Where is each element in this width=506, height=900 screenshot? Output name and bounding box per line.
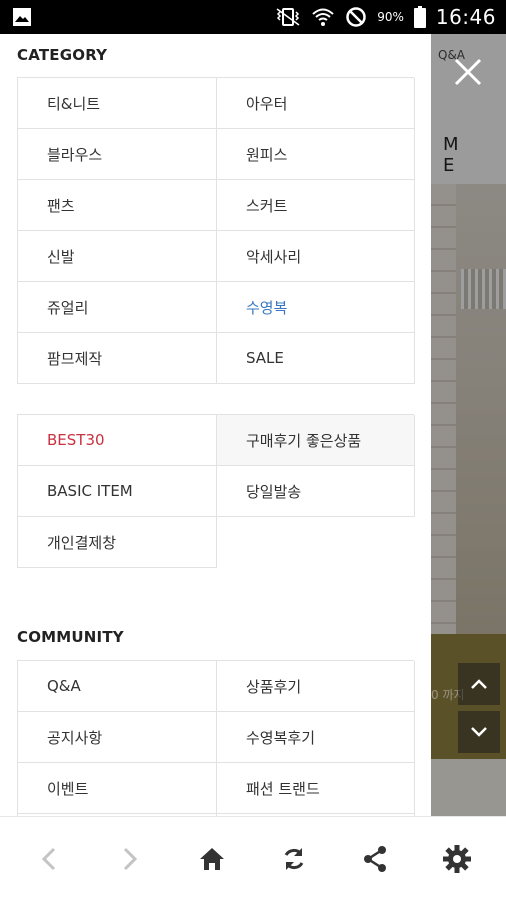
community-item-product-reviews[interactable]: 상품후기 (217, 661, 415, 712)
community-item-partial[interactable] (217, 814, 415, 816)
clock: 16:46 (435, 5, 496, 29)
community-item-fashion-trend[interactable]: 패션 트랜드 (217, 763, 415, 814)
category-item-tee-knit[interactable]: 티&니트 (18, 78, 217, 129)
home-button[interactable] (188, 835, 236, 883)
settings-button[interactable] (433, 835, 481, 883)
special-item-same-day-shipping[interactable]: 당일발송 (217, 466, 415, 517)
chevron-up-icon (471, 679, 487, 689)
forward-button[interactable] (106, 835, 154, 883)
category-item-sale[interactable]: SALE (217, 333, 415, 384)
back-icon (41, 847, 55, 870)
scroll-up-button[interactable] (458, 663, 500, 705)
background-page: Q&A M E 0 까지 (431, 34, 506, 816)
chevron-down-icon (471, 727, 487, 737)
battery-percent: 90% (377, 10, 404, 24)
close-icon (454, 58, 482, 86)
category-item-pants[interactable]: 팬츠 (18, 180, 217, 231)
refresh-icon (284, 847, 304, 870)
scroll-down-button[interactable] (458, 711, 500, 753)
special-item-personal-payment[interactable]: 개인결제창 (18, 517, 217, 568)
side-menu-drawer: CATEGORY 티&니트 아우터 블라우스 원피스 팬츠 스커트 신발 악세사… (0, 34, 431, 816)
close-menu-button[interactable] (451, 55, 485, 89)
do-not-disturb-icon (346, 7, 366, 27)
special-grid: BEST30 구매후기 좋은상품 BASIC ITEM 당일발송 개인결제창 (17, 414, 415, 568)
special-item-basic-item[interactable]: BASIC ITEM (18, 466, 217, 517)
special-item-good-reviews[interactable]: 구매후기 좋은상품 (217, 415, 415, 466)
forward-icon (124, 847, 138, 870)
community-item-partial[interactable] (18, 814, 217, 816)
image-notification-icon (13, 8, 31, 26)
community-item-qna[interactable]: Q&A (18, 661, 217, 712)
community-item-notices[interactable]: 공지사항 (18, 712, 217, 763)
share-button[interactable] (351, 835, 399, 883)
home-icon (200, 847, 225, 870)
share-icon (364, 845, 387, 872)
wifi-icon (312, 8, 334, 26)
special-item-best30[interactable]: BEST30 (18, 415, 217, 466)
refresh-button[interactable] (270, 835, 318, 883)
category-item-onepiece[interactable]: 원피스 (217, 129, 415, 180)
category-item-shoes[interactable]: 신발 (18, 231, 217, 282)
community-item-events[interactable]: 이벤트 (18, 763, 217, 814)
category-item-accessories[interactable]: 악세사리 (217, 231, 415, 282)
category-item-blouse[interactable]: 블라우스 (18, 129, 217, 180)
status-bar: 90% 16:46 (0, 0, 506, 34)
category-item-outer[interactable]: 아우터 (217, 78, 415, 129)
vibrate-icon (276, 8, 300, 26)
community-grid: Q&A 상품후기 공지사항 수영복후기 이벤트 패션 트랜드 (17, 660, 415, 816)
category-grid: 티&니트 아우터 블라우스 원피스 팬츠 스커트 신발 악세사리 쥬얼리 수영복… (17, 77, 415, 384)
back-button[interactable] (25, 835, 73, 883)
community-item-swimwear-reviews[interactable]: 수영복후기 (217, 712, 415, 763)
bottom-navigation-bar (0, 816, 506, 900)
settings-icon (443, 844, 472, 873)
category-title: CATEGORY (17, 46, 108, 64)
category-item-femme-made[interactable]: 팜므제작 (18, 333, 217, 384)
category-item-jewelry[interactable]: 쥬얼리 (18, 282, 217, 333)
special-grid-empty-cell (217, 517, 415, 568)
battery-icon (413, 6, 426, 28)
category-item-skirt[interactable]: 스커트 (217, 180, 415, 231)
community-title: COMMUNITY (17, 628, 124, 646)
category-item-swimwear[interactable]: 수영복 (217, 282, 415, 333)
